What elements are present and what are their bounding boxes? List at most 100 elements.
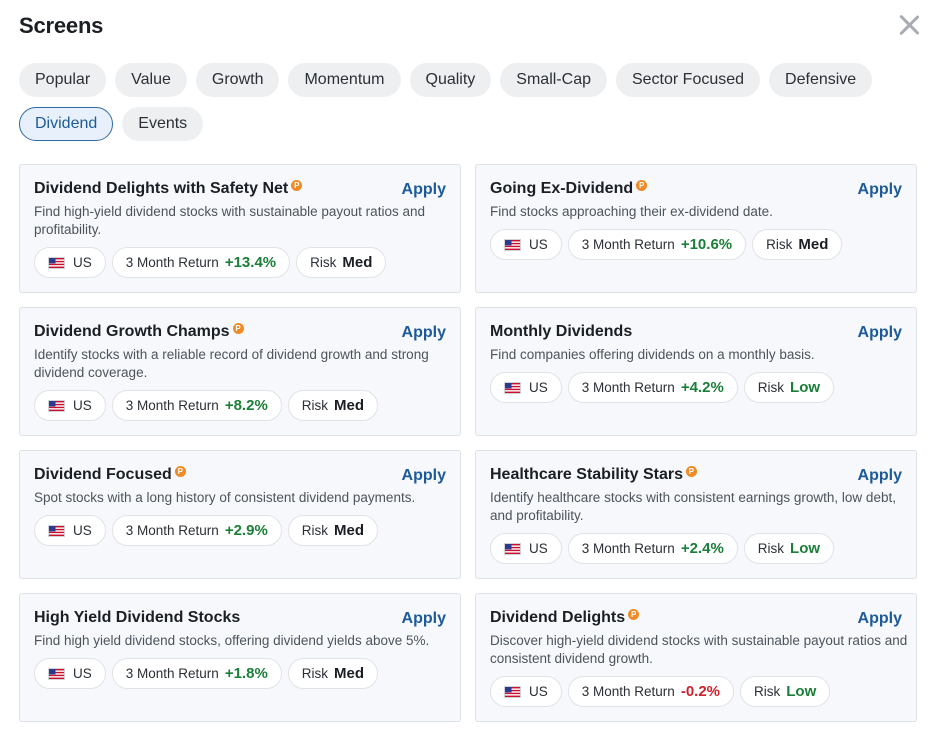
premium-badge-icon bbox=[628, 609, 640, 620]
apply-button[interactable]: Apply bbox=[858, 608, 902, 630]
screen-card: Monthly Dividends Apply Find companies o… bbox=[475, 307, 917, 436]
region-chip: US bbox=[490, 372, 562, 403]
screen-card-chips: US 3 Month Return +2.9% Risk Med bbox=[34, 515, 446, 546]
region-label: US bbox=[73, 398, 92, 413]
return-chip: 3 Month Return +8.2% bbox=[111, 390, 282, 421]
screen-card-title: Dividend Growth Champs bbox=[34, 321, 244, 343]
screen-card-title: Dividend Delights bbox=[490, 607, 640, 629]
apply-button[interactable]: Apply bbox=[402, 179, 446, 201]
screen-card-title: Going Ex-Dividend bbox=[490, 178, 648, 200]
return-label: 3 Month Return bbox=[125, 255, 219, 270]
tab-events[interactable]: Events bbox=[122, 107, 204, 141]
screen-card-description: Discover high-yield dividend stocks with… bbox=[490, 633, 908, 666]
us-flag-icon bbox=[48, 256, 65, 269]
risk-label: Risk bbox=[310, 255, 337, 270]
apply-button[interactable]: Apply bbox=[858, 179, 902, 201]
region-label: US bbox=[529, 380, 548, 395]
apply-button[interactable]: Apply bbox=[402, 465, 446, 487]
screen-card-description: Find high-yield dividend stocks with sus… bbox=[34, 204, 425, 237]
apply-button[interactable]: Apply bbox=[402, 322, 446, 344]
screen-card: Going Ex-Dividend Apply Find stocks appr… bbox=[475, 164, 917, 293]
us-flag-icon bbox=[504, 685, 521, 698]
screen-card-chips: US 3 Month Return -0.2% Risk Low bbox=[490, 676, 902, 707]
screen-card-description: Spot stocks with a long history of consi… bbox=[34, 490, 416, 505]
tab-quality[interactable]: Quality bbox=[409, 63, 492, 97]
screen-card: Healthcare Stability Stars Apply Identif… bbox=[475, 450, 917, 579]
apply-button[interactable]: Apply bbox=[402, 608, 446, 630]
region-label: US bbox=[529, 684, 548, 699]
return-chip: 3 Month Return +2.9% bbox=[111, 515, 282, 546]
return-label: 3 Month Return bbox=[581, 541, 675, 556]
risk-value: Low bbox=[790, 540, 821, 557]
screen-card-description: Find companies offering dividends on a m… bbox=[490, 347, 815, 362]
apply-button[interactable]: Apply bbox=[858, 322, 902, 344]
region-chip: US bbox=[34, 658, 106, 689]
category-tabs: Popular Value Growth Momentum Quality Sm… bbox=[19, 63, 899, 141]
close-icon[interactable] bbox=[896, 12, 922, 38]
region-label: US bbox=[529, 541, 548, 556]
screen-card-title: Dividend Delights with Safety Net bbox=[34, 178, 303, 200]
screen-card: Dividend Focused Apply Spot stocks with … bbox=[19, 450, 461, 579]
apply-button[interactable]: Apply bbox=[858, 465, 902, 487]
us-flag-icon bbox=[504, 381, 521, 394]
tab-small-cap[interactable]: Small-Cap bbox=[500, 63, 607, 97]
return-chip: 3 Month Return +13.4% bbox=[111, 247, 291, 278]
screen-card-title-text: Monthly Dividends bbox=[490, 323, 633, 340]
return-value: +2.9% bbox=[224, 522, 268, 539]
modal-header: Screens bbox=[19, 12, 922, 42]
page-title: Screens bbox=[19, 13, 104, 38]
risk-value: Low bbox=[786, 683, 817, 700]
return-label: 3 Month Return bbox=[125, 666, 219, 681]
screen-card: Dividend Delights with Safety Net Apply … bbox=[19, 164, 461, 293]
region-label: US bbox=[73, 255, 92, 270]
screen-card-chips: US 3 Month Return +1.8% Risk Med bbox=[34, 658, 446, 689]
premium-badge-icon bbox=[174, 466, 186, 477]
region-label: US bbox=[529, 237, 548, 252]
risk-value: Med bbox=[342, 254, 373, 271]
us-flag-icon bbox=[48, 524, 65, 537]
return-value: +13.4% bbox=[224, 254, 277, 271]
region-label: US bbox=[73, 523, 92, 538]
tab-sector-focused[interactable]: Sector Focused bbox=[615, 63, 761, 97]
return-value: -0.2% bbox=[680, 683, 721, 700]
tab-momentum[interactable]: Momentum bbox=[288, 63, 401, 97]
tab-growth[interactable]: Growth bbox=[195, 63, 280, 97]
risk-chip: Risk Med bbox=[296, 247, 387, 278]
us-flag-icon bbox=[48, 399, 65, 412]
screen-card-chips: US 3 Month Return +4.2% Risk Low bbox=[490, 372, 902, 403]
risk-chip: Risk Med bbox=[752, 229, 843, 260]
risk-chip: Risk Med bbox=[287, 390, 379, 421]
risk-value: Med bbox=[798, 236, 829, 253]
risk-value: Med bbox=[334, 665, 365, 682]
screen-card-title-text: Dividend Delights with Safety Net bbox=[34, 180, 289, 197]
risk-label: Risk bbox=[766, 237, 793, 252]
screen-card-title: Monthly Dividends bbox=[490, 321, 632, 343]
return-label: 3 Month Return bbox=[125, 398, 219, 413]
tab-value[interactable]: Value bbox=[115, 63, 187, 97]
screen-card-title-text: Dividend Growth Champs bbox=[34, 323, 230, 340]
region-chip: US bbox=[490, 676, 562, 707]
screen-card-title-text: Going Ex-Dividend bbox=[490, 180, 634, 197]
return-chip: 3 Month Return +1.8% bbox=[111, 658, 282, 689]
screen-card-chips: US 3 Month Return +10.6% Risk Med bbox=[490, 229, 902, 260]
screen-card-description: Identify healthcare stocks with consiste… bbox=[490, 490, 896, 523]
tab-dividend[interactable]: Dividend bbox=[19, 107, 114, 141]
return-chip: 3 Month Return +2.4% bbox=[567, 533, 738, 564]
risk-chip: Risk Low bbox=[740, 676, 831, 707]
risk-label: Risk bbox=[757, 541, 785, 556]
return-label: 3 Month Return bbox=[125, 523, 219, 538]
tab-popular[interactable]: Popular bbox=[19, 63, 107, 97]
premium-badge-icon bbox=[291, 180, 303, 191]
tab-defensive[interactable]: Defensive bbox=[769, 63, 873, 97]
screen-card-title: Dividend Focused bbox=[34, 464, 186, 486]
risk-label: Risk bbox=[757, 380, 785, 395]
risk-chip: Risk Med bbox=[287, 658, 379, 689]
return-value: +1.8% bbox=[224, 665, 268, 682]
risk-label: Risk bbox=[301, 523, 329, 538]
screen-card-description: Find high yield dividend stocks, offerin… bbox=[34, 633, 430, 648]
return-value: +2.4% bbox=[680, 540, 724, 557]
return-value: +4.2% bbox=[680, 379, 724, 396]
screen-card-title-text: Dividend Delights bbox=[490, 609, 626, 626]
premium-badge-icon bbox=[232, 323, 244, 334]
screen-card-title-text: High Yield Dividend Stocks bbox=[34, 609, 241, 626]
